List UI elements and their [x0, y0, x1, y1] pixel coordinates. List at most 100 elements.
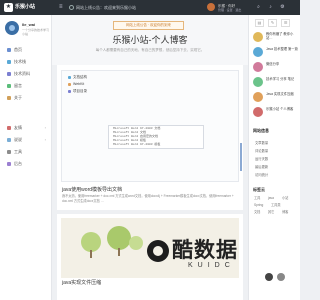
info-row: 评论数量 — [255, 149, 269, 153]
info-row: 运行天数 — [255, 157, 269, 161]
nav-label: 留言 — [14, 83, 22, 88]
tag-link[interactable]: java — [268, 196, 274, 200]
article-title[interactable]: java使用word模板导出文档 — [62, 187, 122, 193]
post-title: Java 技术整理 第一篇 — [266, 47, 298, 51]
sidebar-post[interactable]: 乐猴小站 个人博客 — [253, 106, 299, 119]
nav-item-home[interactable]: 首页 — [0, 45, 51, 55]
post-title: 微信分享 — [266, 62, 280, 66]
nav-item-docs[interactable]: 技术资料 — [0, 69, 51, 79]
chevron-right-icon: › — [44, 137, 46, 142]
tree-illustration — [107, 226, 131, 250]
profile-desc: 一个分享的技术学习小站 — [22, 28, 50, 36]
tag-link[interactable]: 小站 — [282, 196, 288, 200]
info-icon — [7, 96, 11, 100]
tag-link[interactable]: Spring — [254, 203, 263, 207]
doc-tree-row: 项目目录 — [68, 89, 87, 94]
right-sidebar: ▤ ✎ ☰ 教你有赚了 教你小站… Java 技术整理 第一篇 微信分享 技术学… — [248, 15, 300, 300]
nav-item-admin[interactable]: 后台 — [0, 159, 51, 169]
watermark-text: 酷数据 — [172, 239, 238, 262]
hero-title: 乐猴小站-个人博客 — [112, 35, 188, 45]
tab-list[interactable]: ☰ — [281, 19, 290, 27]
post-title: 乐猴小站 个人博客 — [266, 107, 294, 111]
tag-link[interactable]: 工具类 — [271, 203, 281, 207]
tag-link[interactable]: 其它 — [268, 210, 274, 214]
save-as-list: Microsoft Word 97-2003 文档 Microsoft Word… — [108, 125, 204, 149]
announcement-badge[interactable]: 网站上线公告 · 欢迎你的到来 — [113, 21, 184, 30]
user-avatar[interactable] — [207, 3, 215, 11]
bell-icon[interactable]: ♪ — [267, 4, 274, 11]
tag-link[interactable]: 工具 — [254, 196, 260, 200]
nav-label: 工具 — [14, 149, 22, 154]
tree-trunk — [118, 248, 120, 256]
post-thumb — [253, 32, 263, 42]
admin-icon — [7, 162, 11, 166]
profile-avatar[interactable] — [5, 21, 19, 35]
site-logo-icon[interactable]: ★ — [4, 3, 13, 12]
article-card[interactable]: 酷数据 KUIDC java实现文件压缩 — [57, 214, 243, 300]
user-sub: 管理 · 设置 · 退出 — [218, 8, 242, 12]
menu-icon[interactable]: ≡ — [59, 4, 63, 10]
gear-icon[interactable]: ⚙ — [279, 4, 286, 11]
article-excerpt: 我不太熟，使用freemarker + doc.xml 方式生成word文档，使… — [62, 194, 234, 203]
nav-label: 首页 — [14, 47, 22, 52]
article-title[interactable]: java实现文件压缩 — [62, 280, 101, 286]
tool-icon — [7, 150, 11, 154]
nav-item-moments[interactable]: 说说 › — [0, 135, 51, 145]
search-icon[interactable]: ⌕ — [255, 4, 262, 11]
hero-subtitle: 每个人都需要有自己的天地，有自己的梦想，然后坚持下去，实现它。 — [95, 48, 205, 52]
left-sidebar: lle_wai 一个分享的技术学习小站 首页 技术栈 技术资料 留言 关于 友情… — [0, 15, 52, 300]
tag-link[interactable]: 文档 — [254, 210, 260, 214]
doc-tree-row: WebKit — [68, 82, 84, 87]
selection-bar — [240, 143, 242, 171]
sidebar-post[interactable]: 技术学习 分享 笔记 — [253, 76, 299, 89]
back-to-top-icon[interactable] — [265, 273, 273, 281]
home-icon — [7, 48, 11, 52]
info-row: 文章数量 — [255, 141, 269, 145]
nav-label: 说说 — [14, 137, 22, 142]
tree-illustration — [129, 236, 143, 250]
nav-label: 技术资料 — [14, 71, 30, 76]
nav-label: 友情 — [14, 125, 22, 130]
top-bar: ★ 乐猴小站 ≡ 网站上线公告：欢迎来到乐猴小站 乐猴 · 你好 管理 · 设置… — [0, 0, 300, 15]
article-thumbnail[interactable]: 文档结构 WebKit 项目目录 Microsoft Word 97-2003 … — [61, 70, 242, 182]
nav-item-stack[interactable]: 技术栈 — [0, 57, 51, 67]
notice-text[interactable]: 网站上线公告：欢迎来到乐猴小站 — [76, 5, 136, 10]
post-thumb — [253, 62, 263, 72]
notice-icon — [69, 5, 74, 10]
post-thumb — [253, 92, 263, 102]
doc-tree-row: 文档结构 — [68, 75, 87, 80]
post-title: Java 实现文件压缩 — [266, 92, 294, 96]
sidebar-post[interactable]: 微信分享 — [253, 61, 299, 74]
link-icon — [7, 126, 11, 130]
tree-illustration — [81, 232, 101, 252]
sidebar-post[interactable]: 教你有赚了 教你小站… — [253, 31, 299, 44]
post-title: 教你有赚了 教你小站… — [266, 32, 294, 40]
share-icon[interactable] — [277, 273, 285, 281]
message-icon — [7, 84, 11, 88]
section-title: 网站信息 — [253, 128, 269, 133]
nav-label: 技术栈 — [14, 59, 26, 64]
tab-comments[interactable]: ✎ — [268, 19, 277, 27]
tab-posts[interactable]: ▤ — [255, 19, 264, 27]
nav-item-messages[interactable]: 留言 — [0, 81, 51, 91]
chevron-right-icon: › — [44, 125, 46, 130]
document-icon — [7, 72, 11, 76]
post-thumb — [253, 47, 263, 57]
tag-link[interactable]: 博客 — [282, 210, 288, 214]
nav-item-links[interactable]: 友情 › — [0, 123, 51, 133]
watermark-logo-icon — [147, 240, 169, 262]
sidebar-post[interactable]: Java 技术整理 第一篇 — [253, 46, 299, 59]
nav-item-about[interactable]: 关于 — [0, 93, 51, 103]
profile-name[interactable]: lle_wai — [22, 22, 35, 27]
hero-banner: 网站上线公告 · 欢迎你的到来 乐猴小站-个人博客 每个人都需要有自己的天地，有… — [52, 15, 248, 65]
sidebar-post[interactable]: Java 实现文件压缩 — [253, 91, 299, 104]
site-name[interactable]: 乐猴小站 — [15, 4, 35, 11]
tree-trunk — [90, 250, 92, 258]
article-card[interactable]: 文档结构 WebKit 项目目录 Microsoft Word 97-2003 … — [57, 65, 243, 210]
file-type-option: Microsoft Word 97-2003 模板 — [113, 143, 161, 146]
article-thumbnail[interactable]: 酷数据 KUIDC — [61, 218, 239, 278]
nav-item-tools[interactable]: 工具 — [0, 147, 51, 157]
info-row: 最后更新 — [255, 165, 269, 169]
post-thumb — [253, 107, 263, 117]
info-row: 访问统计 — [255, 173, 269, 177]
